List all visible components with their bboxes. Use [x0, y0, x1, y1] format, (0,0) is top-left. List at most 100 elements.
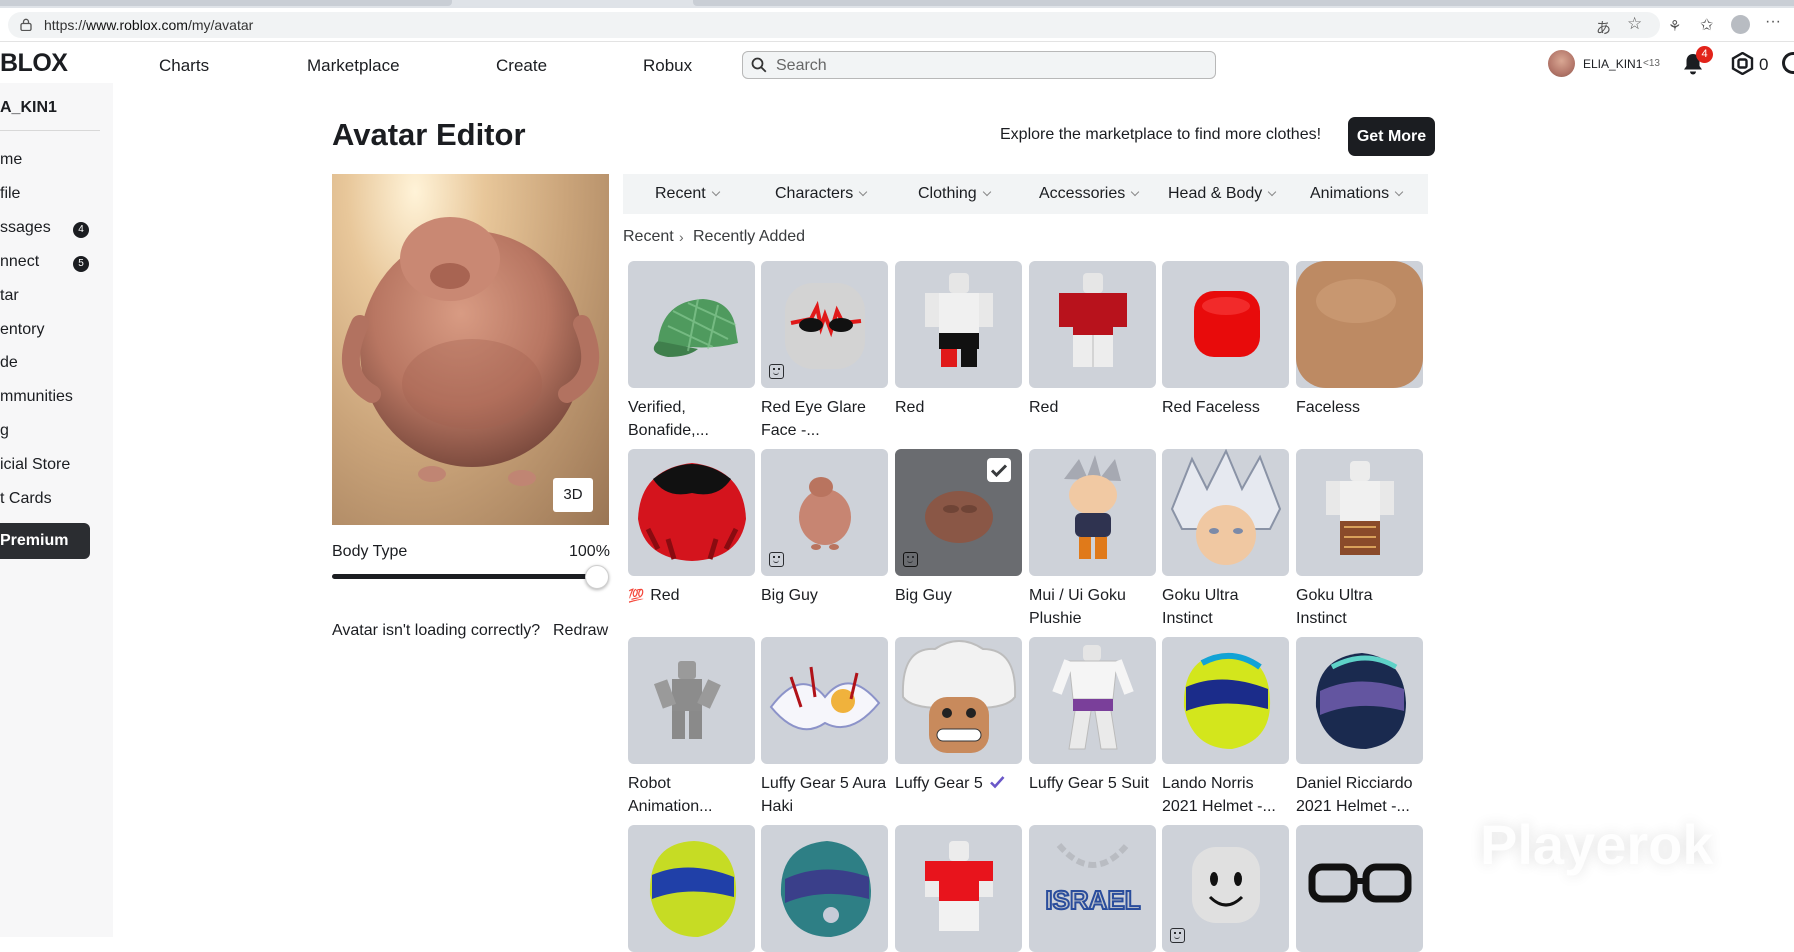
item-name[interactable]: Verified, Bonafide,... — [628, 396, 758, 442]
sidebar-item-communities[interactable]: mmunities — [0, 388, 73, 406]
item-thumbnail[interactable] — [761, 637, 888, 764]
item-name[interactable]: Big Guy — [895, 584, 1025, 607]
url-domain: www.roblox.com — [86, 17, 188, 33]
tab-head-body[interactable]: Head & Body — [1168, 185, 1277, 203]
get-more-button[interactable]: Get More — [1348, 117, 1435, 156]
item-name[interactable]: Red Eye Glare Face -... — [761, 396, 891, 442]
item-thumbnail[interactable] — [628, 449, 755, 576]
messages-badge: 4 — [73, 222, 89, 238]
translate-icon[interactable]: あ — [1596, 17, 1611, 38]
avatar[interactable] — [1548, 50, 1575, 77]
nav-marketplace[interactable]: Marketplace — [307, 56, 400, 76]
item-thumbnail[interactable] — [1296, 449, 1423, 576]
tab-label: Animations — [1310, 185, 1390, 202]
item-name[interactable]: Goku Ultra Instinct — [1162, 584, 1292, 630]
item-thumbnail[interactable] — [895, 825, 1022, 952]
item-thumbnail[interactable] — [761, 449, 888, 576]
sidebar-item-inventory[interactable]: entory — [0, 321, 44, 339]
breadcrumb-recent[interactable]: Recent — [623, 228, 674, 246]
nav-create[interactable]: Create — [496, 56, 547, 76]
sidebar-item-messages[interactable]: ssages — [0, 219, 51, 237]
sidebar-item-trade[interactable]: de — [0, 354, 18, 372]
item-thumbnail[interactable] — [1029, 449, 1156, 576]
sidebar-item-blog[interactable]: g — [0, 422, 9, 440]
item-thumbnail[interactable] — [1296, 261, 1423, 388]
item-name[interactable]: Red — [895, 396, 1025, 419]
search-bar[interactable]: Search — [742, 51, 1216, 79]
chevron-down-icon — [1131, 187, 1140, 197]
sidebar-item-avatar[interactable]: tar — [0, 287, 19, 305]
sidebar-item-connect[interactable]: nnect — [0, 253, 39, 271]
breadcrumb-chevron-icon: › — [679, 229, 684, 245]
item-thumbnail[interactable] — [895, 637, 1022, 764]
item-name[interactable]: 💯 Red — [628, 584, 758, 607]
body-type-slider[interactable] — [332, 574, 597, 579]
item-name[interactable]: Luffy Gear 5 Suit — [1029, 772, 1159, 795]
sidebar-item-gift-cards[interactable]: t Cards — [0, 490, 52, 508]
goku-outfit-icon — [1326, 461, 1394, 555]
nav-charts[interactable]: Charts — [159, 56, 209, 76]
item-name[interactable]: Lando Norris 2021 Helmet -... — [1162, 772, 1292, 818]
item-thumbnail[interactable] — [1162, 825, 1289, 952]
body-type-slider-handle[interactable] — [585, 565, 609, 589]
browser-tab[interactable] — [0, 0, 452, 6]
url-text[interactable]: https://www.roblox.com/my/avatar — [44, 17, 253, 33]
item-name[interactable]: Luffy Gear 5 — [895, 772, 1025, 795]
tan-head-icon — [1296, 261, 1423, 388]
header-username[interactable]: ELIA_KIN1 — [1583, 57, 1642, 71]
nav-robux[interactable]: Robux — [643, 56, 692, 76]
tab-clothing[interactable]: Clothing — [918, 185, 991, 203]
robux-icon[interactable] — [1731, 52, 1754, 75]
item-thumbnail[interactable] — [628, 637, 755, 764]
extensions-icon[interactable]: ⚘ — [1668, 17, 1681, 35]
item-thumbnail[interactable]: ISRAEL — [1029, 825, 1156, 952]
sidebar-item-official-store[interactable]: icial Store — [0, 456, 70, 474]
url-field[interactable] — [8, 12, 1660, 38]
item-thumbnail[interactable] — [895, 261, 1022, 388]
more-icon[interactable]: ··· — [1765, 13, 1781, 31]
favorites-icon[interactable]: ✩ — [1700, 15, 1713, 35]
item-thumbnail[interactable] — [1162, 449, 1289, 576]
item-name[interactable]: Luffy Gear 5 Aura Haki — [761, 772, 891, 818]
item-name[interactable]: Goku Ultra Instinct — [1296, 584, 1426, 630]
sidebar-item-home[interactable]: me — [0, 151, 22, 169]
search-input[interactable]: Search — [776, 57, 827, 75]
sidebar-item-profile[interactable]: file — [0, 185, 20, 203]
item-name[interactable]: Daniel Ricciardo 2021 Helmet -... — [1296, 772, 1426, 818]
selected-check-icon[interactable] — [987, 458, 1011, 482]
item-thumbnail[interactable] — [1296, 825, 1423, 952]
item-thumbnail[interactable] — [1029, 261, 1156, 388]
item-thumbnail[interactable] — [628, 825, 755, 952]
category-tabs: Recent Characters Clothing Accessories H… — [623, 174, 1428, 214]
lock-icon[interactable] — [20, 18, 32, 31]
tab-characters[interactable]: Characters — [775, 185, 868, 203]
redraw-link[interactable]: Redraw — [553, 622, 608, 640]
item-thumbnail[interactable] — [1029, 637, 1156, 764]
item-name[interactable]: Mui / Ui Goku Plushie — [1029, 584, 1159, 630]
item-thumbnail[interactable] — [1162, 261, 1289, 388]
item-name[interactable]: Red — [1029, 396, 1159, 419]
item-thumbnail[interactable] — [1296, 637, 1423, 764]
favorite-star-icon[interactable]: ☆ — [1627, 14, 1642, 34]
tab-accessories[interactable]: Accessories — [1039, 185, 1140, 203]
item-name[interactable]: Faceless — [1296, 396, 1426, 419]
avatar-preview[interactable] — [332, 174, 609, 525]
view-3d-button[interactable]: 3D — [553, 478, 593, 512]
plaid-cap-icon — [653, 298, 738, 357]
premium-button[interactable]: Premium — [0, 523, 90, 559]
item-thumbnail[interactable] — [761, 261, 888, 388]
tab-recent[interactable]: Recent — [655, 185, 720, 203]
item-name[interactable]: Robot Animation... — [628, 772, 758, 818]
item-name[interactable]: Big Guy — [761, 584, 891, 607]
item-thumbnail[interactable] — [628, 261, 755, 388]
item-thumbnail[interactable] — [1162, 637, 1289, 764]
tab-animations[interactable]: Animations — [1310, 185, 1404, 203]
profile-icon[interactable] — [1731, 15, 1750, 34]
settings-gear-icon[interactable] — [1782, 52, 1794, 74]
roblox-logo[interactable]: BLOX — [0, 49, 68, 78]
item-name[interactable]: Red Faceless — [1162, 396, 1292, 419]
browser-tab[interactable] — [693, 0, 1794, 6]
item-thumbnail[interactable] — [761, 825, 888, 952]
sidebar-username[interactable]: A_KIN1 — [0, 99, 57, 117]
item-thumbnail-selected[interactable] — [895, 449, 1022, 576]
